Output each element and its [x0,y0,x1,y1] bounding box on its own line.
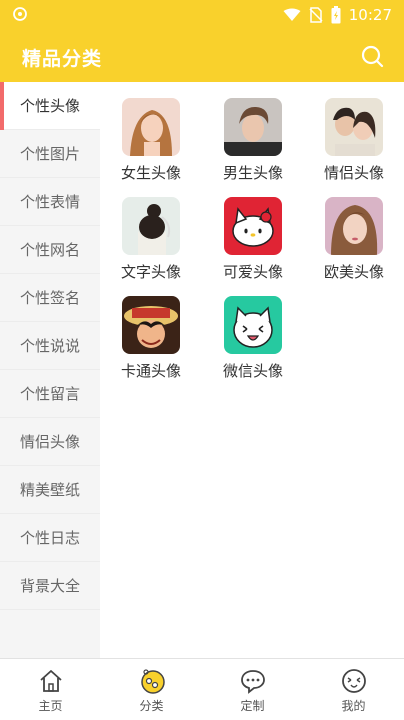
girl-avatar-thumbnail [122,98,180,156]
grid-item-cute-avatar[interactable]: 可爱头像 [202,197,304,282]
sidebar-item-label: 个性图片 [19,145,80,163]
grid-item-label: 微信头像 [222,362,283,380]
sidebar-item-label: 个性说说 [19,337,80,355]
couple-avatar-thumbnail [325,98,383,156]
chat-icon [240,670,265,694]
category-sidebar: 个性头像 个性图片 个性表情 个性网名 个性签名 个性说说 个性留言 情侣头像 … [0,82,100,658]
sidebar-item-label: 背景大全 [19,577,80,595]
sidebar-item-label: 个性表情 [19,193,80,211]
tab-category[interactable]: 分类 [101,659,202,720]
western-avatar-thumbnail [325,197,383,255]
grid-item-label: 男生头像 [222,164,283,182]
bottom-tab-bar: 主页 分类 定制 我的 [0,658,404,720]
grid-item-label: 卡通头像 [120,362,181,380]
sidebar-item-personal-nickname[interactable]: 个性网名 [0,226,100,274]
location-icon [13,7,27,21]
sidebar-item-couple-avatar[interactable]: 情侣头像 [0,418,100,466]
grid-item-cartoon-avatar[interactable]: 卡通头像 [100,296,202,381]
profile-icon [341,669,366,693]
sidebar-item-personal-message[interactable]: 个性留言 [0,370,100,418]
sidebar-item-personal-diary[interactable]: 个性日志 [0,514,100,562]
status-right: 10:27 [283,4,392,26]
sidebar-item-label: 个性签名 [19,289,80,307]
app-root: 10:27 精品分类 个性头像 个性图片 个性表情 个性网名 个性签名 个性说说… [0,0,404,720]
grid-item-text-avatar[interactable]: 文字头像 [100,197,202,282]
subcategory-grid: 女生头像 男生头像 情侣头像 文字头像 可爱头像 欧美头像 卡通头像 微信头像 [100,98,404,381]
cute-avatar-thumbnail [224,197,282,255]
status-bar: 10:27 [0,0,404,30]
grid-item-label: 情侣头像 [323,164,384,182]
boy-avatar-thumbnail [224,98,282,156]
battery-icon [331,6,341,24]
grid-item-couple-avatar[interactable]: 情侣头像 [304,98,404,183]
tab-label: 定制 [240,699,265,713]
grid-item-girl-avatar[interactable]: 女生头像 [100,98,202,183]
grid-item-western-avatar[interactable]: 欧美头像 [304,197,404,282]
grid-item-label: 可爱头像 [222,263,283,281]
status-time: 10:27 [348,6,392,24]
wifi-icon [283,8,301,21]
sidebar-item-personal-images[interactable]: 个性图片 [0,130,100,178]
text-avatar-thumbnail [122,197,180,255]
tab-label: 分类 [139,699,164,713]
grid-item-wechat-avatar[interactable]: 微信头像 [202,296,304,381]
sidebar-item-personal-signature[interactable]: 个性签名 [0,274,100,322]
tab-home[interactable]: 主页 [0,659,101,720]
sidebar-item-personal-avatar[interactable]: 个性头像 [0,82,100,130]
grid-item-label: 欧美头像 [323,263,384,281]
tab-customize[interactable]: 定制 [202,659,303,720]
sidebar-item-personal-emoji[interactable]: 个性表情 [0,178,100,226]
tab-label: 主页 [38,699,63,713]
subcategory-panel: 女生头像 男生头像 情侣头像 文字头像 可爱头像 欧美头像 卡通头像 微信头像 [100,82,404,658]
category-icon [140,669,165,694]
grid-item-label: 文字头像 [120,263,181,281]
cartoon-avatar-thumbnail [122,296,180,354]
grid-item-boy-avatar[interactable]: 男生头像 [202,98,304,183]
home-icon [39,670,62,692]
grid-item-label: 女生头像 [120,164,181,182]
tab-label: 我的 [341,699,366,713]
page-title: 精品分类 [22,48,103,70]
wechat-avatar-thumbnail [224,296,282,354]
sidebar-item-label: 情侣头像 [19,433,80,451]
sidebar-item-label: 个性留言 [19,385,80,403]
sidebar-item-label: 个性网名 [19,241,80,259]
sidebar-item-label: 个性头像 [19,97,80,115]
sidebar-item-wallpaper[interactable]: 精美壁纸 [0,466,100,514]
sidebar-item-backgrounds[interactable]: 背景大全 [0,562,100,610]
sidebar-item-personal-status[interactable]: 个性说说 [0,322,100,370]
tab-profile[interactable]: 我的 [303,659,404,720]
sidebar-item-label: 个性日志 [19,529,80,547]
search-icon[interactable] [360,44,384,68]
app-header: 精品分类 [0,30,404,82]
sidebar-item-label: 精美壁纸 [19,481,80,499]
no-sim-icon [309,7,323,23]
